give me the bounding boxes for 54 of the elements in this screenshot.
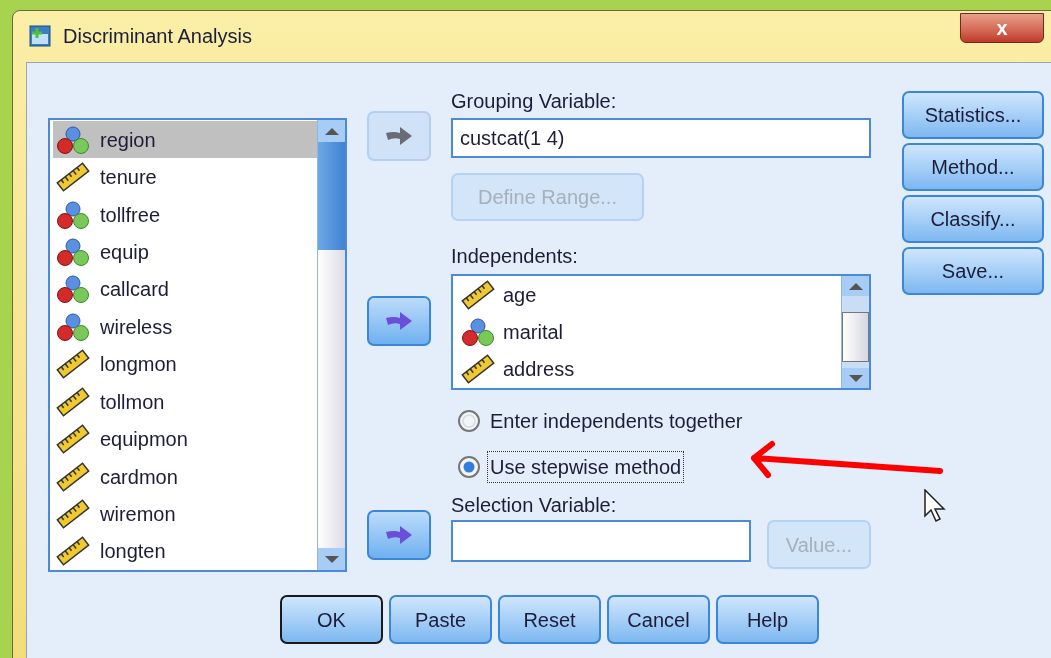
dialog-button[interactable]: OK xyxy=(280,595,383,644)
right-arrow-icon xyxy=(384,124,414,148)
move-right-button[interactable] xyxy=(367,510,431,560)
variable-list[interactable]: region tenure tollfree equip callcard wireless longmon tollmon equipmon cardmon wiremon longten xyxy=(48,118,347,572)
mouse-pointer-icon xyxy=(924,489,948,523)
variable-item[interactable]: tollmon xyxy=(53,382,317,421)
radio-button[interactable] xyxy=(457,409,481,433)
app-icon xyxy=(29,25,51,47)
variable-item[interactable]: address xyxy=(461,350,841,388)
dialog-button[interactable]: Statistics... xyxy=(902,91,1044,139)
input-field[interactable] xyxy=(451,520,751,562)
nominal-variable-icon xyxy=(56,124,90,155)
radio-label[interactable]: Use stepwise method xyxy=(487,451,685,483)
scrollbar[interactable] xyxy=(841,276,869,388)
nominal-variable-icon xyxy=(56,199,90,230)
dialog-button[interactable]: Save... xyxy=(902,247,1044,295)
variable-item[interactable]: equipmon xyxy=(53,420,317,458)
variable-item[interactable]: marital xyxy=(461,313,841,351)
right-arrow-icon xyxy=(384,309,414,333)
variable-item[interactable]: tollfree xyxy=(53,195,317,234)
scrollbar[interactable] xyxy=(317,120,345,570)
variable-item[interactable]: cardmon xyxy=(53,457,317,496)
nominal-variable-icon xyxy=(461,317,495,347)
dialog-button[interactable]: Method... xyxy=(902,143,1044,191)
radio-button[interactable] xyxy=(457,455,481,479)
variable-item[interactable]: wiremon xyxy=(53,495,317,533)
close-button[interactable]: x xyxy=(960,13,1044,43)
variable-item[interactable]: equip xyxy=(53,233,317,271)
radio-label[interactable]: Enter independents together xyxy=(487,405,746,437)
dialog-button[interactable]: Classify... xyxy=(902,195,1044,243)
window-title: Discriminant Analysis xyxy=(63,24,252,49)
move-right-button[interactable] xyxy=(367,296,431,346)
dialog-button[interactable]: Paste xyxy=(389,595,492,644)
nominal-variable-icon xyxy=(56,274,90,305)
scroll-thumb[interactable] xyxy=(842,312,869,362)
nominal-variable-icon xyxy=(56,236,90,267)
variable-item[interactable]: longmon xyxy=(53,345,317,383)
variable-item[interactable]: age xyxy=(461,276,841,314)
field-label: Grouping Variable: xyxy=(451,89,618,110)
right-arrow-icon xyxy=(384,523,414,547)
variable-item[interactable]: region xyxy=(53,121,317,159)
variable-item[interactable]: longten xyxy=(53,532,317,570)
variable-item[interactable]: callcard xyxy=(53,270,317,309)
scroll-thumb[interactable] xyxy=(318,142,345,250)
variable-item[interactable]: tenure xyxy=(53,158,317,196)
dialog-button[interactable]: Reset xyxy=(498,595,601,644)
dialog-button[interactable]: Help xyxy=(716,595,819,644)
independents-list[interactable]: age marital address xyxy=(451,274,871,390)
nominal-variable-icon xyxy=(56,311,90,342)
field-label: Selection Variable: xyxy=(451,493,618,514)
variable-item[interactable]: wireless xyxy=(53,308,317,346)
field-label: Independents: xyxy=(451,244,579,265)
input-field[interactable]: custcat(1 4) xyxy=(451,118,871,158)
dialog-button[interactable]: Cancel xyxy=(607,595,710,644)
